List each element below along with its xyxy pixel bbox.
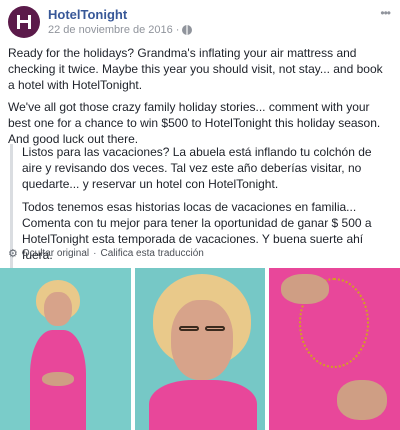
photo-panel-left[interactable] — [0, 268, 131, 430]
translation-bar: ⚙ Ocultar original · Califica esta tradu… — [8, 246, 204, 260]
hands — [337, 380, 388, 420]
globe-icon[interactable] — [182, 25, 193, 35]
photo-panel-center[interactable] — [134, 268, 266, 430]
photo-panel-right[interactable] — [269, 268, 400, 430]
page-avatar[interactable] — [8, 6, 40, 38]
face — [44, 292, 72, 326]
post-paragraph-1: Ready for the holidays? Grandma's inflat… — [8, 46, 383, 92]
glasses-left-lens — [178, 326, 199, 331]
glasses-right-lens — [204, 326, 225, 331]
rate-translation-link[interactable]: Califica esta traducción — [100, 248, 203, 259]
hands — [281, 274, 330, 304]
translate-separator: · — [93, 247, 97, 259]
meta-separator: · — [175, 24, 180, 36]
ellipsis-icon[interactable]: ••• — [380, 6, 391, 20]
hands — [42, 372, 74, 386]
pink-outfit — [148, 380, 257, 430]
post-meta: 22 de noviembre de 2016 · — [48, 24, 193, 36]
hide-original-link[interactable]: Ocultar original — [22, 248, 89, 259]
post-photo-collage[interactable] — [0, 268, 400, 430]
face — [170, 300, 233, 380]
post-text: Ready for the holidays? Grandma's inflat… — [8, 45, 392, 153]
hoteltonight-logo-icon — [17, 15, 31, 29]
page-name-link[interactable]: HotelTonight — [48, 7, 127, 22]
gear-icon[interactable]: ⚙ — [8, 247, 18, 260]
post-header: HotelTonight 22 de noviembre de 2016 · •… — [8, 6, 392, 40]
translated-paragraph-1: Listos para las vacaciones? La abuela es… — [22, 145, 372, 191]
post-date-link[interactable]: 22 de noviembre de 2016 — [48, 24, 173, 36]
post-paragraph-2: We've all got those crazy family holiday… — [8, 100, 381, 146]
